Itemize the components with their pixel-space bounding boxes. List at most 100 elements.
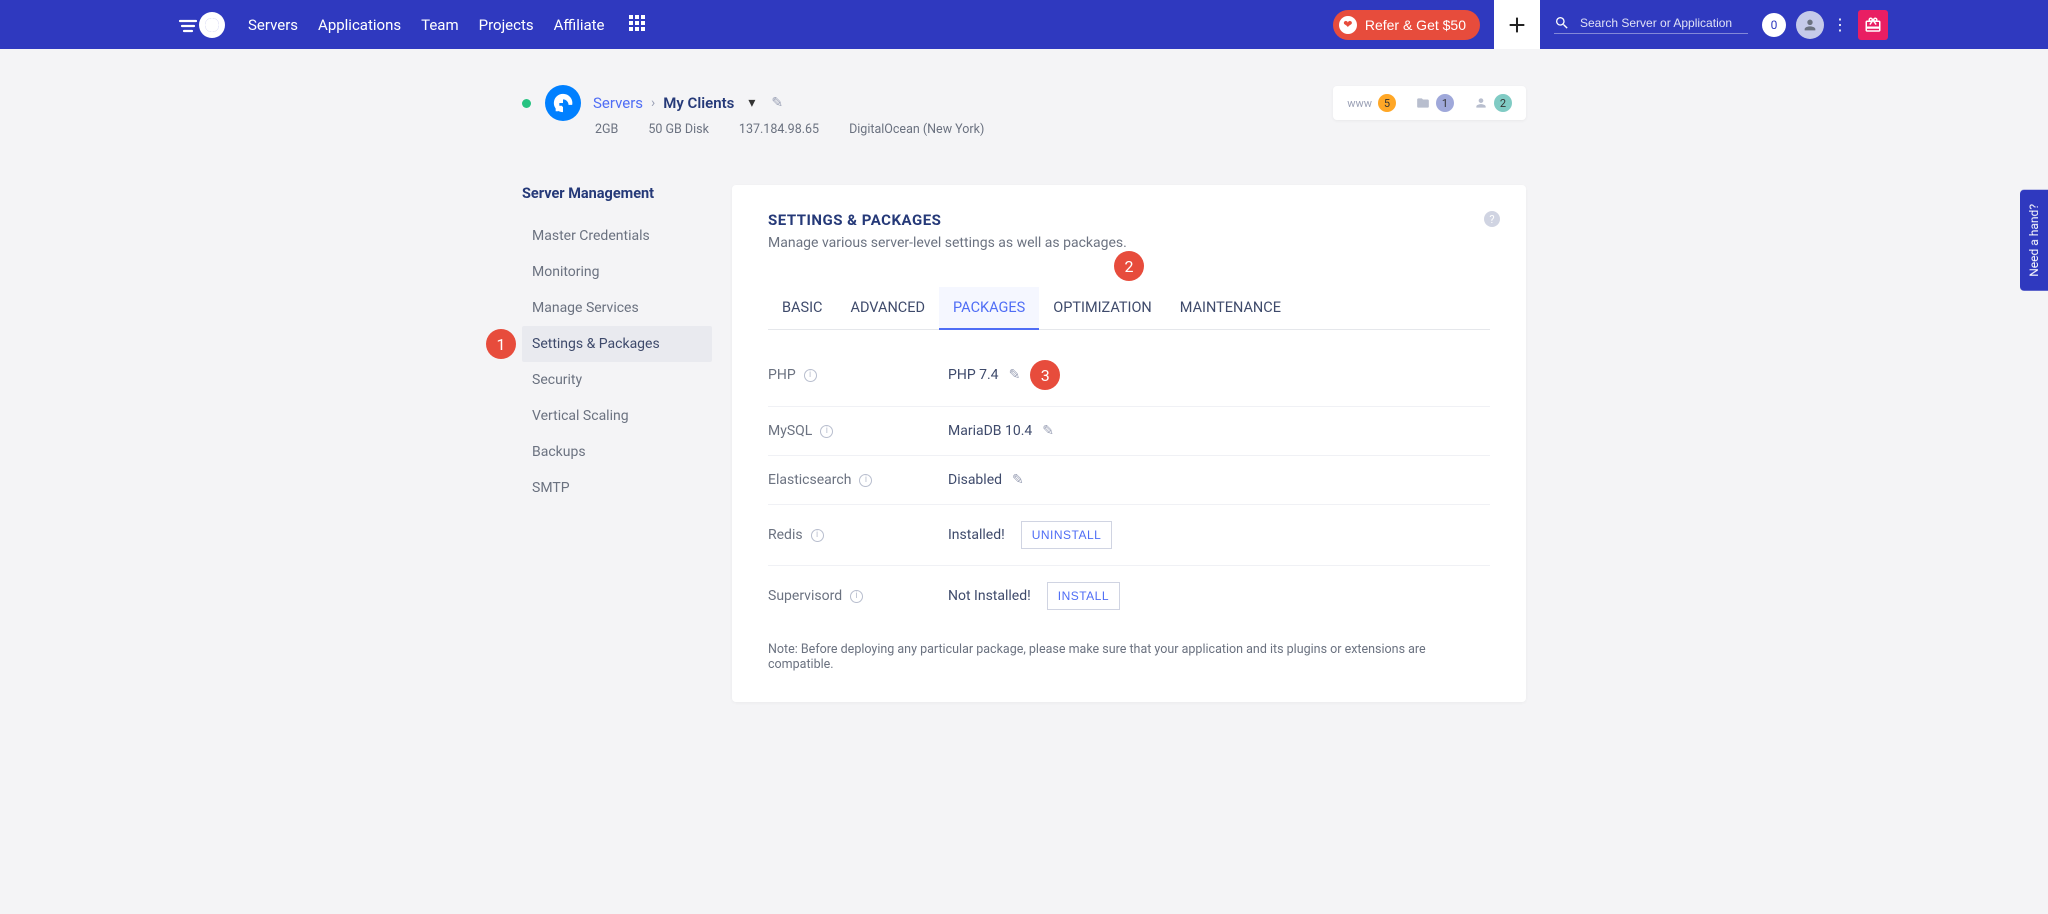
breadcrumb-root[interactable]: Servers: [593, 94, 643, 112]
nav-affiliate[interactable]: Affiliate: [554, 16, 605, 34]
package-row-mysql: MySQL i MariaDB 10.4 ✎: [768, 407, 1490, 456]
apps-grid-icon[interactable]: [629, 15, 645, 35]
sidebar-item-monitoring[interactable]: Monitoring: [522, 254, 712, 290]
nav-applications[interactable]: Applications: [318, 16, 401, 34]
nav-links: Servers Applications Team Projects Affil…: [248, 0, 605, 49]
pkg-label-elasticsearch: Elasticsearch: [768, 472, 851, 488]
card-subtitle: Manage various server-level settings as …: [768, 235, 1490, 251]
badge-www[interactable]: www 5: [1347, 94, 1396, 112]
info-icon[interactable]: i: [811, 529, 824, 542]
topnav-left: Servers Applications Team Projects Affil…: [178, 0, 645, 49]
package-row-redis: Redis i Installed! UNINSTALL: [768, 505, 1490, 566]
edit-name-icon[interactable]: ✎: [771, 95, 783, 111]
sidebar-item-master-credentials[interactable]: Master Credentials: [522, 218, 712, 254]
nav-team[interactable]: Team: [421, 16, 459, 34]
breadcrumb-current: My Clients: [663, 94, 734, 112]
sidebar-item-label: Settings & Packages: [532, 336, 660, 352]
help-icon[interactable]: ?: [1484, 211, 1500, 227]
logo-icon[interactable]: [178, 12, 230, 38]
nav-servers[interactable]: Servers: [248, 16, 298, 34]
projects-count: 1: [1436, 94, 1454, 112]
sidebar-item-security[interactable]: Security: [522, 362, 712, 398]
nav-projects[interactable]: Projects: [479, 16, 534, 34]
package-row-php: PHP i PHP 7.4 ✎ 3: [768, 344, 1490, 407]
tab-basic[interactable]: BASIC: [768, 287, 836, 329]
dropdown-caret-icon[interactable]: ▾: [748, 95, 755, 111]
annotation-3: 3: [1030, 360, 1060, 390]
edit-mysql-icon[interactable]: ✎: [1042, 423, 1054, 439]
edit-php-icon[interactable]: ✎: [1009, 367, 1021, 383]
sidebar: Server Management Master Credentials Mon…: [522, 185, 712, 506]
card-title: SETTINGS & PACKAGES: [768, 211, 1490, 229]
refer-button[interactable]: ❤ Refer & Get $50: [1333, 10, 1480, 40]
info-icon[interactable]: i: [804, 369, 817, 382]
pkg-value-elasticsearch: Disabled: [948, 472, 1002, 488]
search-icon: [1554, 15, 1570, 31]
user-icon: [1474, 96, 1488, 110]
package-row-elasticsearch: Elasticsearch i Disabled ✎: [768, 456, 1490, 505]
settings-card: ? SETTINGS & PACKAGES Manage various ser…: [732, 185, 1526, 702]
sidebar-item-smtp[interactable]: SMTP: [522, 470, 712, 506]
package-row-supervisord: Supervisord i Not Installed! INSTALL: [768, 566, 1490, 626]
server-header: Servers › My Clients ▾ ✎ www 5 1 2: [522, 85, 1526, 121]
provider-logo-icon: [545, 85, 581, 121]
badge-projects[interactable]: 1: [1416, 94, 1454, 112]
badge-users[interactable]: 2: [1474, 94, 1512, 112]
sidebar-item-vertical-scaling[interactable]: Vertical Scaling: [522, 398, 712, 434]
annotation-1: 1: [486, 329, 516, 359]
search-input[interactable]: [1578, 15, 1748, 31]
user-avatar[interactable]: [1796, 11, 1824, 39]
chevron-right-icon: ›: [651, 95, 655, 111]
tabs: BASIC ADVANCED 2 PACKAGES OPTIMIZATION M…: [768, 287, 1490, 330]
install-supervisord-button[interactable]: INSTALL: [1047, 582, 1120, 610]
stat-disk: 50 GB Disk: [648, 122, 709, 137]
top-navbar: Servers Applications Team Projects Affil…: [0, 0, 2048, 49]
info-icon[interactable]: i: [859, 474, 872, 487]
pkg-label-supervisord: Supervisord: [768, 588, 842, 604]
header-badges: www 5 1 2: [1333, 86, 1526, 120]
info-icon[interactable]: i: [850, 590, 863, 603]
tab-optimization[interactable]: OPTIMIZATION: [1039, 287, 1166, 329]
uninstall-redis-button[interactable]: UNINSTALL: [1021, 521, 1113, 549]
server-stats: 2GB 50 GB Disk 137.184.98.65 DigitalOcea…: [522, 122, 1526, 137]
tab-advanced[interactable]: ADVANCED: [836, 287, 939, 329]
main-layout: Server Management Master Credentials Mon…: [522, 185, 1526, 702]
footer-note: Note: Before deploying any particular pa…: [768, 642, 1490, 672]
server-title-block: Servers › My Clients ▾ ✎: [593, 94, 783, 112]
stat-provider: DigitalOcean (New York): [849, 122, 984, 137]
help-side-tab[interactable]: Need a hand?: [2020, 190, 2048, 291]
tab-maintenance[interactable]: MAINTENANCE: [1166, 287, 1295, 329]
gift-icon: [1864, 16, 1882, 34]
folder-icon: [1416, 96, 1430, 110]
www-label: www: [1347, 97, 1372, 110]
sidebar-item-backups[interactable]: Backups: [522, 434, 712, 470]
sidebar-title: Server Management: [522, 185, 712, 202]
pkg-value-redis: Installed!: [948, 527, 1005, 543]
pkg-label-php: PHP: [768, 367, 796, 383]
pkg-value-mysql: MariaDB 10.4: [948, 423, 1032, 439]
info-icon[interactable]: i: [820, 425, 833, 438]
users-count: 2: [1494, 94, 1512, 112]
status-indicator-icon: [522, 99, 531, 108]
kebab-menu-icon[interactable]: ⋮: [1832, 15, 1848, 34]
sidebar-item-manage-services[interactable]: Manage Services: [522, 290, 712, 326]
pkg-label-mysql: MySQL: [768, 423, 812, 439]
search-box[interactable]: [1554, 15, 1748, 34]
edit-elasticsearch-icon[interactable]: ✎: [1012, 472, 1024, 488]
stat-ip: 137.184.98.65: [739, 122, 819, 137]
topnav-right: ❤ Refer & Get $50 0 ⋮: [1333, 0, 2048, 49]
heart-icon: ❤: [1339, 16, 1357, 34]
gift-button[interactable]: [1858, 10, 1888, 40]
page-container: Servers › My Clients ▾ ✎ www 5 1 2 2GB 5: [522, 49, 1526, 702]
add-button[interactable]: [1494, 0, 1540, 49]
pkg-value-php: PHP 7.4: [948, 367, 999, 383]
stat-ram: 2GB: [595, 122, 618, 137]
refer-label: Refer & Get $50: [1365, 17, 1466, 33]
tab-packages[interactable]: 2 PACKAGES: [939, 287, 1039, 330]
note-prefix: Note:: [768, 642, 798, 657]
notification-badge[interactable]: 0: [1762, 13, 1786, 37]
tab-label: PACKAGES: [953, 299, 1025, 316]
sidebar-item-settings-packages[interactable]: 1 Settings & Packages: [522, 326, 712, 362]
pkg-label-redis: Redis: [768, 527, 803, 543]
annotation-2: 2: [1114, 251, 1144, 281]
